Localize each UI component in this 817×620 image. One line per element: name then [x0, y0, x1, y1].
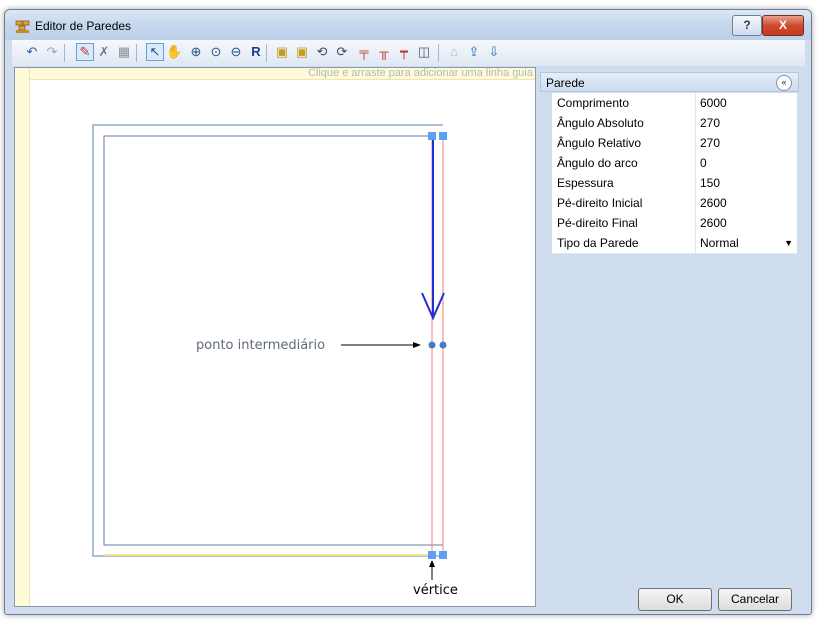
- close-button[interactable]: X: [762, 15, 804, 36]
- property-row[interactable]: Ângulo Absoluto 270: [552, 113, 797, 134]
- property-value[interactable]: 0: [697, 153, 797, 173]
- floor-plan[interactable]: ponto intermediário vértice: [15, 68, 535, 606]
- export-icon[interactable]: ⇩: [486, 44, 502, 60]
- reset-view-icon[interactable]: R: [248, 44, 264, 60]
- toolbar-separator: [438, 44, 439, 62]
- property-value[interactable]: 270: [697, 133, 797, 153]
- vertex-annotation: vértice: [413, 583, 458, 598]
- cancel-button[interactable]: Cancelar: [718, 588, 792, 611]
- drawing-canvas[interactable]: Clique e arraste para adicionar uma linh…: [14, 67, 536, 607]
- import-icon[interactable]: ⇪: [466, 44, 482, 60]
- property-row[interactable]: Pé-direito Final 2600: [552, 213, 797, 234]
- roof-icon[interactable]: ⌂: [446, 44, 462, 60]
- toolbar-separator: [136, 44, 137, 62]
- title-bar[interactable]: Editor de Paredes ? X: [5, 10, 811, 40]
- property-name: Pé-direito Final: [552, 213, 696, 233]
- wall-type-select[interactable]: Normal ▼: [697, 233, 797, 253]
- select-pointer-icon[interactable]: ↖: [146, 43, 164, 61]
- property-row[interactable]: Pé-direito Inicial 2600: [552, 193, 797, 214]
- split-wall-icon[interactable]: ╤: [356, 44, 372, 60]
- vertex-annotation-arrowhead: [429, 560, 435, 567]
- wall-properties-panel: Parede « Comprimento 6000 Ângulo Absoluto 2…: [540, 72, 799, 262]
- property-value[interactable]: 2600: [697, 213, 797, 233]
- join-walls-icon[interactable]: ╥: [376, 44, 392, 60]
- pan-hand-icon[interactable]: ✋: [166, 44, 182, 60]
- remove-wall-icon[interactable]: ▣: [294, 44, 310, 60]
- rotate-add-icon[interactable]: ⟲: [314, 44, 330, 60]
- vertex-handle-bottom-outer[interactable]: [439, 551, 447, 559]
- draw-wall-icon[interactable]: ✎: [76, 43, 94, 61]
- toolbar-separator: [64, 44, 65, 62]
- panel-header[interactable]: Parede «: [540, 72, 799, 92]
- grid-icon[interactable]: ▦: [116, 44, 132, 60]
- property-value-text: 2600: [700, 196, 727, 210]
- redo-icon[interactable]: ↷: [44, 44, 60, 60]
- property-row[interactable]: Comprimento 6000: [552, 93, 797, 114]
- property-name: Comprimento: [552, 93, 696, 113]
- property-value[interactable]: 2600: [697, 193, 797, 213]
- property-value-text: 6000: [700, 96, 727, 110]
- wall-editor-app-icon: [15, 20, 30, 33]
- ok-button[interactable]: OK: [638, 588, 712, 611]
- midpoint-annotation-arrowhead: [413, 342, 421, 348]
- property-name: Tipo da Parede: [552, 233, 696, 253]
- offset-wall-icon[interactable]: ◫: [416, 44, 432, 60]
- property-name: Espessura: [552, 173, 696, 193]
- midpoint-handle-inner[interactable]: [428, 341, 436, 349]
- window-title: Editor de Paredes: [35, 19, 132, 33]
- property-row[interactable]: Espessura 150: [552, 173, 797, 194]
- property-row[interactable]: Ângulo Relativo 270: [552, 133, 797, 154]
- help-button[interactable]: ?: [732, 15, 762, 36]
- midpoint-handle-outer[interactable]: [439, 341, 447, 349]
- property-value-text: 2600: [700, 216, 727, 230]
- property-row[interactable]: Ângulo do arco 0: [552, 153, 797, 174]
- align-walls-icon[interactable]: ┯: [396, 44, 412, 60]
- rotate-remove-icon[interactable]: ⟳: [334, 44, 350, 60]
- property-value[interactable]: 6000: [697, 93, 797, 113]
- add-wall-icon[interactable]: ▣: [274, 44, 290, 60]
- midpoint-annotation: ponto intermediário: [196, 338, 325, 353]
- toolbar: ↶ ↷ ✎ ✗ ▦ ↖ ✋ ⊕ ⊙ ⊖ R ▣ ▣ ⟲ ⟳ ╤ ╥ ┯ ◫ ⌂ ⇪ ⇩: [12, 40, 805, 66]
- property-row[interactable]: Tipo da Parede Normal ▼: [552, 233, 797, 254]
- property-value-text: 270: [700, 116, 721, 130]
- property-value[interactable]: 270: [697, 113, 797, 133]
- zoom-out-icon[interactable]: ⊖: [228, 44, 244, 60]
- panel-title: Parede: [546, 76, 585, 90]
- erase-wall-icon[interactable]: ✗: [96, 44, 112, 60]
- property-name: Ângulo Relativo: [552, 133, 696, 153]
- undo-icon[interactable]: ↶: [24, 44, 40, 60]
- property-value-text: 270: [700, 136, 721, 150]
- toolbar-separator: [266, 44, 267, 62]
- chevron-down-icon[interactable]: ▼: [784, 233, 793, 253]
- property-value-text: 0: [700, 156, 707, 170]
- zoom-in-icon[interactable]: ⊕: [188, 44, 204, 60]
- zoom-window-icon[interactable]: ⊙: [208, 44, 224, 60]
- vertex-handle-top-outer[interactable]: [439, 132, 447, 140]
- vertex-handle-top-inner[interactable]: [428, 132, 436, 140]
- wall-editor-window: Editor de Paredes ? X ↶ ↷ ✎ ✗ ▦ ↖ ✋ ⊕ ⊙ ⊖ R ▣ ▣ ⟲ ⟳ ╤ ╥ ┯…: [4, 9, 812, 615]
- property-name: Pé-direito Inicial: [552, 193, 696, 213]
- property-name: Ângulo Absoluto: [552, 113, 696, 133]
- property-value-text: 150: [700, 176, 721, 190]
- property-name: Ângulo do arco: [552, 153, 696, 173]
- collapse-icon[interactable]: «: [776, 75, 792, 91]
- property-value-text: Normal: [700, 236, 739, 250]
- vertex-handle-bottom-inner[interactable]: [428, 551, 436, 559]
- property-value[interactable]: 150: [697, 173, 797, 193]
